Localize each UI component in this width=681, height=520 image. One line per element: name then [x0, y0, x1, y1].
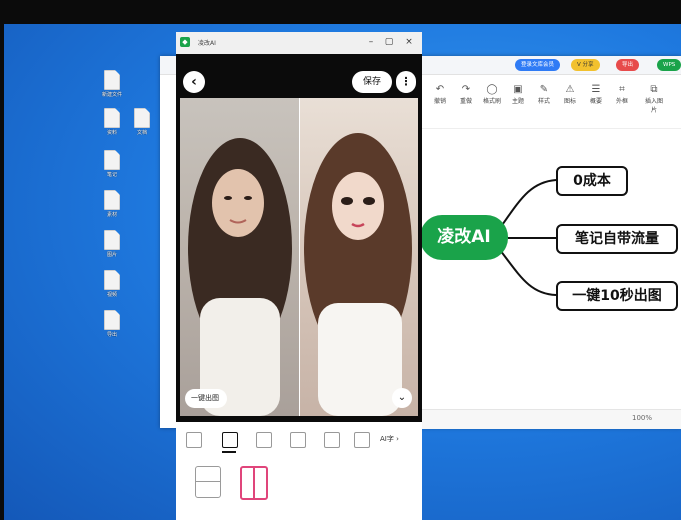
tool-label: 图标	[563, 98, 576, 105]
member-pill-button[interactable]: 登录文库会员	[515, 59, 561, 71]
layout-tab[interactable]	[354, 432, 370, 448]
close-icon[interactable]: ×	[402, 35, 416, 49]
phone-window-title: 凌改AI	[198, 40, 216, 47]
layout-tab[interactable]	[324, 432, 340, 448]
undo-icon: ↶	[435, 84, 445, 95]
tool-label: 概要	[589, 98, 602, 105]
anime-portrait-illustration	[304, 133, 412, 416]
layout-tab[interactable]	[290, 432, 306, 448]
mindmap-statusbar: 100%	[422, 409, 681, 429]
tool-label: 插入图片	[644, 98, 663, 114]
app-logo-icon: ◆	[180, 37, 190, 47]
share-pill-button[interactable]: V 分享	[571, 59, 600, 71]
mindmap-canvas[interactable]	[422, 129, 681, 409]
image-icon: ⧉	[650, 84, 658, 95]
desktop-icon-label: 笔记	[106, 172, 117, 178]
layout-tab[interactable]	[186, 432, 202, 448]
collapse-button[interactable]: ⌄	[392, 388, 412, 408]
tool-label: 外框	[615, 98, 628, 105]
desktop-icon[interactable]: 笔记	[92, 150, 132, 178]
frame-icon: ⌗	[619, 84, 625, 95]
toolbar-tool[interactable]: ⧉ 插入图片	[644, 84, 664, 114]
summary-icon: ☰	[591, 84, 601, 95]
toolbar-tool[interactable]: ◯ 格式刷	[482, 84, 502, 105]
anime-style-photo	[300, 98, 418, 416]
icon-insert-icon: ⚠	[565, 84, 575, 95]
phone-window-titlebar: ◆ 凌改AI – ▢ ×	[176, 32, 422, 55]
tool-label: 格式刷	[482, 98, 501, 105]
one-click-generate-button[interactable]: 一键出图	[185, 389, 227, 408]
desktop-icon[interactable]: 视频	[92, 270, 132, 298]
toolbar-tool[interactable]: ☰ 概要	[586, 84, 606, 105]
tool-label: 样式	[537, 98, 550, 105]
desktop-icon[interactable]: 新建文件	[92, 70, 132, 98]
style-icon: ✎	[539, 84, 549, 95]
more-layouts-link[interactable]: AI字 ›	[380, 434, 399, 444]
back-button[interactable]: ‹	[183, 71, 205, 93]
theme-icon: ▣	[513, 84, 523, 95]
original-photo	[180, 98, 299, 416]
top-black-bar	[0, 0, 681, 24]
layout-option-stacked[interactable]	[195, 466, 221, 498]
comparison-divider	[299, 98, 300, 416]
file-icon	[104, 108, 120, 128]
desktop-icon-label: 图片	[106, 252, 117, 258]
minimize-icon[interactable]: –	[364, 35, 378, 49]
toolbar-tool[interactable]: ↶ 撤销	[430, 84, 450, 105]
mindmap-branch-node[interactable]: 一键10秒出图	[556, 281, 678, 311]
layout-option-side-by-side[interactable]	[240, 466, 268, 500]
desktop-icon-label: 新建文件	[101, 92, 122, 98]
desktop-icon-label: 视频	[106, 292, 117, 298]
desktop-icon-label: 文档	[136, 130, 147, 136]
file-icon	[104, 70, 120, 90]
file-icon	[104, 270, 120, 290]
desktop-icon[interactable]: 导出	[92, 310, 132, 338]
active-tab-indicator	[222, 451, 236, 453]
mindmap-toolbar: ↶ 撤销 ↷ 重做 ◯ 格式刷 ▣ 主题 ✎ 样式 ⚠ 图标 ☰ 概要 ⌗ 外框 ⧉ 插入图片	[422, 78, 681, 129]
desktop-icon-label: 素材	[106, 212, 117, 218]
layout-tab[interactable]	[256, 432, 272, 448]
save-button[interactable]: 保存	[352, 71, 392, 93]
file-icon	[104, 190, 120, 210]
desktop-icon-label: 导出	[106, 332, 117, 338]
wps-pill-button[interactable]: WPS	[657, 59, 681, 71]
file-icon	[134, 108, 150, 128]
toolbar-tool[interactable]: ▣ 主题	[508, 84, 528, 105]
zoom-level[interactable]: 100%	[632, 414, 652, 422]
desktop-icon[interactable]: 图片	[92, 230, 132, 258]
toolbar-tool[interactable]: ✎ 样式	[534, 84, 554, 105]
mindmap-root-node[interactable]: 凌改AI	[420, 215, 508, 260]
toolbar-tool[interactable]: ⚠ 图标	[560, 84, 580, 105]
more-options-button[interactable]: ⋮	[396, 71, 416, 93]
desktop-icon[interactable]: 素材	[92, 190, 132, 218]
file-icon	[104, 150, 120, 170]
maximize-icon[interactable]: ▢	[382, 35, 396, 49]
layout-tab-active[interactable]	[222, 432, 238, 448]
file-icon	[104, 230, 120, 250]
mindmap-branch-node[interactable]: 笔记自带流量	[556, 224, 678, 254]
tool-label: 重做	[459, 98, 472, 105]
toolbar-tool[interactable]: ↷ 重做	[456, 84, 476, 105]
tool-label: 撤销	[433, 98, 446, 105]
file-icon	[104, 310, 120, 330]
tool-label: 主题	[511, 98, 524, 105]
desktop-icon[interactable]: 文档	[122, 108, 162, 136]
left-black-strip	[0, 24, 4, 520]
mindmap-branch-node[interactable]: 0成本	[556, 166, 628, 196]
export-pill-button[interactable]: 导出	[616, 59, 640, 71]
format-brush-icon: ◯	[486, 84, 498, 95]
redo-icon: ↷	[461, 84, 471, 95]
toolbar-tool[interactable]: ⌗ 外框	[612, 84, 632, 105]
original-portrait-illustration	[188, 138, 292, 416]
